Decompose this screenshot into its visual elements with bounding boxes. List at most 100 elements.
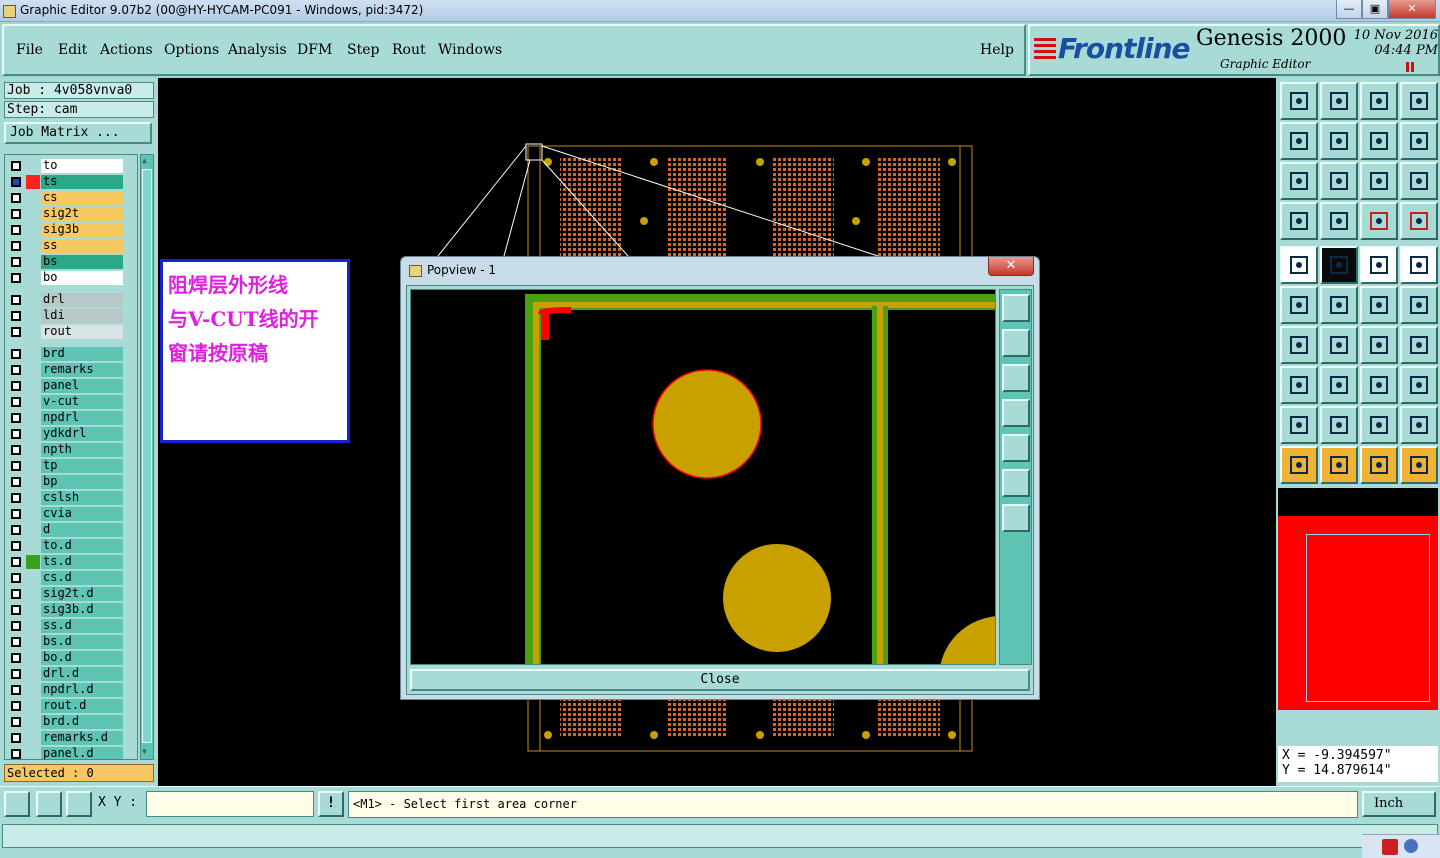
overview-map[interactable]	[1278, 488, 1438, 710]
layer-row-drl.d[interactable]: drl.d	[7, 667, 137, 681]
layer-scrollbar[interactable]: ▲ ▼	[140, 154, 154, 760]
layer-swatch[interactable]	[26, 635, 40, 649]
layer-row-ss[interactable]: ss	[7, 239, 137, 253]
layer-swatch[interactable]	[26, 223, 40, 237]
menu-options[interactable]: Options	[164, 42, 219, 58]
layer-swatch[interactable]	[26, 159, 40, 173]
draw-line-icon[interactable]	[1320, 246, 1358, 284]
measure-icon[interactable]	[36, 791, 62, 817]
layer-checkbox[interactable]	[11, 225, 21, 235]
xy-input[interactable]	[146, 791, 314, 817]
maximize-button[interactable]: ▣	[1362, 0, 1388, 19]
layer-row-v-cut[interactable]: v-cut	[7, 395, 137, 409]
layer-row-rout[interactable]: rout	[7, 325, 137, 339]
layer-swatch[interactable]	[26, 571, 40, 585]
job-matrix-button[interactable]: Job Matrix ...	[4, 122, 152, 144]
layer-checkbox[interactable]	[11, 397, 21, 407]
layer-name[interactable]: ydkdrl	[41, 427, 123, 441]
layer-checkbox[interactable]	[11, 749, 21, 759]
layer-checkbox[interactable]	[11, 669, 21, 679]
layer-checkbox[interactable]	[11, 445, 21, 455]
layer-checkbox[interactable]	[11, 161, 21, 171]
layer-name[interactable]: bo	[41, 271, 123, 285]
layer-name[interactable]: to	[41, 159, 123, 173]
menu-windows[interactable]: Windows	[438, 42, 502, 58]
layer-swatch[interactable]	[26, 427, 40, 441]
layer-checkbox[interactable]	[11, 541, 21, 551]
layer-checkbox[interactable]	[11, 621, 21, 631]
layer-row-ts[interactable]: ts	[7, 175, 137, 189]
layer-swatch[interactable]	[26, 395, 40, 409]
unit-selector[interactable]: Inch	[1362, 791, 1436, 817]
layer-row-ydkdrl[interactable]: ydkdrl	[7, 427, 137, 441]
layer-name[interactable]: bs.d	[41, 635, 123, 649]
layer-swatch[interactable]	[26, 667, 40, 681]
minimize-button[interactable]: —	[1336, 0, 1362, 19]
layer-checkbox[interactable]	[11, 327, 21, 337]
layer-swatch[interactable]	[26, 255, 40, 269]
layer-name[interactable]: drl	[41, 293, 123, 307]
diagonal-icon[interactable]	[1320, 326, 1358, 364]
layer-name[interactable]: d	[41, 523, 123, 537]
layer-row-ss.d[interactable]: ss.d	[7, 619, 137, 633]
layer-name[interactable]: sig3b.d	[41, 603, 123, 617]
snap-icon[interactable]	[4, 791, 30, 817]
layer-row-bs[interactable]: bs	[7, 255, 137, 269]
layer-name[interactable]: npdrl.d	[41, 683, 123, 697]
mirror-icon[interactable]	[1400, 326, 1438, 364]
layer-name[interactable]: brd	[41, 347, 123, 361]
layer-row-cslsh[interactable]: cslsh	[7, 491, 137, 505]
view-icon[interactable]	[1360, 82, 1398, 120]
layer-name[interactable]: drl.d	[41, 667, 123, 681]
window-icon[interactable]	[1400, 82, 1438, 120]
layer-name[interactable]: ts.d	[41, 555, 123, 569]
triangle-up-icon[interactable]	[1360, 406, 1398, 444]
layer-checkbox[interactable]	[11, 733, 21, 743]
layer-name[interactable]: ts	[41, 175, 123, 189]
swap-icon[interactable]	[1360, 122, 1398, 160]
route-icon[interactable]	[1400, 122, 1438, 160]
layer-row-sig3b.d[interactable]: sig3b.d	[7, 603, 137, 617]
overview-view-frame[interactable]	[1306, 534, 1430, 702]
layer-name[interactable]: cs.d	[41, 571, 123, 585]
layer-swatch[interactable]	[26, 459, 40, 473]
align-icon[interactable]	[1280, 366, 1318, 404]
grid-icon[interactable]	[66, 791, 92, 817]
layer-swatch[interactable]	[26, 175, 40, 189]
layer-checkbox[interactable]	[11, 509, 21, 519]
popview-canvas[interactable]	[410, 289, 996, 665]
layer-row-drl[interactable]: drl	[7, 293, 137, 307]
layer-checkbox[interactable]	[11, 477, 21, 487]
layer-row-sig2t[interactable]: sig2t	[7, 207, 137, 221]
layer-swatch[interactable]	[26, 619, 40, 633]
layer-swatch[interactable]	[26, 683, 40, 697]
pan-right-icon[interactable]	[1002, 434, 1030, 462]
layer-name[interactable]: remarks	[41, 363, 123, 377]
layer-name[interactable]: sig2t.d	[41, 587, 123, 601]
layer-swatch[interactable]	[26, 699, 40, 713]
layer-name[interactable]: ldi	[41, 309, 123, 323]
layer-row-bo.d[interactable]: bo.d	[7, 651, 137, 665]
layer-swatch[interactable]	[26, 507, 40, 521]
menu-actions[interactable]: Actions	[100, 42, 153, 58]
resize-icon[interactable]	[1360, 366, 1398, 404]
layer-swatch[interactable]	[26, 363, 40, 377]
layer-swatch[interactable]	[26, 443, 40, 457]
open-layer-icon[interactable]	[1280, 82, 1318, 120]
measure-ruler-icon[interactable]	[1360, 246, 1398, 284]
layer-row-npth[interactable]: npth	[7, 443, 137, 457]
layer-row-sig3b[interactable]: sig3b	[7, 223, 137, 237]
layer-checkbox[interactable]	[11, 493, 21, 503]
layer-row-sig2t.d[interactable]: sig2t.d	[7, 587, 137, 601]
pointer-path-icon[interactable]	[1400, 446, 1438, 484]
layer-row-rout.d[interactable]: rout.d	[7, 699, 137, 713]
zoom-in-icon[interactable]	[1002, 469, 1030, 497]
pointer-circle-icon[interactable]	[1360, 446, 1398, 484]
layer-swatch[interactable]	[26, 347, 40, 361]
pan-up-icon[interactable]	[1002, 329, 1030, 357]
layer-name[interactable]: rout	[41, 325, 123, 339]
layer-name[interactable]: bp	[41, 475, 123, 489]
layer-row-to[interactable]: to	[7, 159, 137, 173]
pause-icon[interactable]	[1406, 62, 1416, 72]
layer-name[interactable]: npdrl	[41, 411, 123, 425]
